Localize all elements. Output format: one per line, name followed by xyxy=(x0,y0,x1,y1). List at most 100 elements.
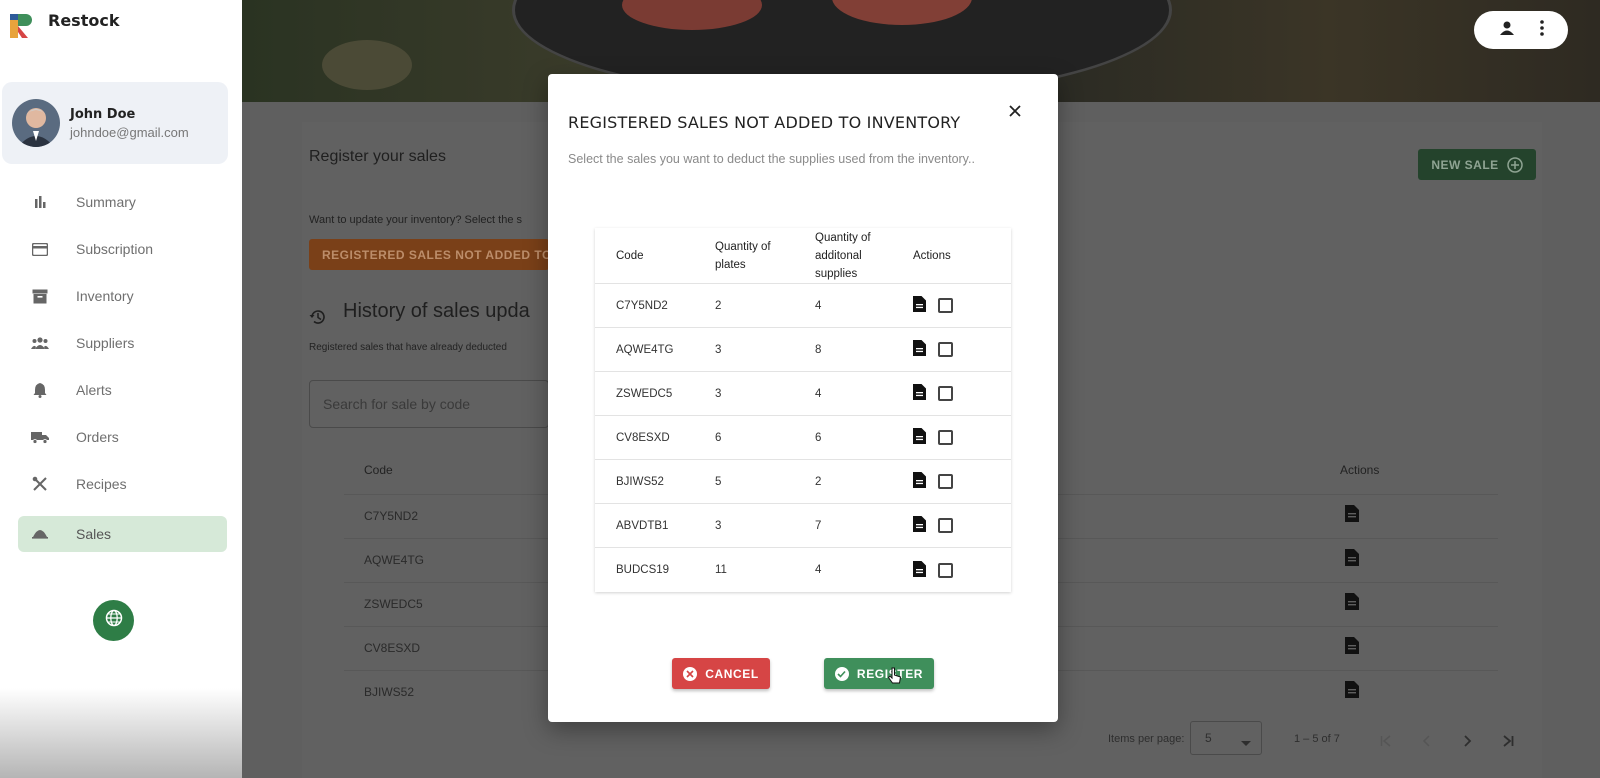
bell-icon xyxy=(30,380,50,400)
cloche-icon xyxy=(30,524,50,544)
globe-icon xyxy=(105,609,123,632)
cell-plates: 2 xyxy=(715,299,722,312)
person-icon[interactable] xyxy=(1499,20,1515,41)
sidebar-item-suppliers[interactable]: Suppliers xyxy=(18,325,227,361)
table-row-code: CV8ESXD xyxy=(364,641,421,655)
document-icon[interactable] xyxy=(913,340,926,359)
cell-code: CV8ESXD xyxy=(616,431,670,444)
document-icon[interactable] xyxy=(1345,549,1359,571)
cell-supplies: 4 xyxy=(815,299,822,312)
header-supplies: Quantity of additonal supplies xyxy=(795,229,895,283)
pending-sales-table: Code Quantity of plates Quantity of addi… xyxy=(595,228,1011,592)
archive-icon xyxy=(30,286,50,306)
sidebar-item-subscription[interactable]: Subscription xyxy=(18,231,227,267)
close-icon[interactable] xyxy=(1004,100,1026,122)
sidebar-item-recipes[interactable]: Recipes xyxy=(18,466,227,502)
table-row: BUDCS19 11 4 xyxy=(595,548,1011,592)
sidebar-item-label: Orders xyxy=(76,429,119,445)
row-checkbox[interactable] xyxy=(938,474,953,489)
table-header-row: Code Quantity of plates Quantity of addi… xyxy=(595,228,1011,284)
header-supplies-line: supplies xyxy=(815,267,858,280)
document-icon[interactable] xyxy=(913,472,926,491)
row-checkbox[interactable] xyxy=(938,430,953,445)
row-checkbox[interactable] xyxy=(938,562,953,578)
header-supplies-line: Quantity of xyxy=(815,231,871,244)
brand[interactable]: Restock xyxy=(8,10,119,40)
sidebar-item-label: Alerts xyxy=(76,382,112,398)
previous-page-icon[interactable] xyxy=(1422,734,1430,752)
cell-plates: 3 xyxy=(715,519,722,532)
row-checkbox[interactable] xyxy=(938,298,953,313)
restock-logo-icon xyxy=(8,10,32,40)
profile-name: John Doe xyxy=(70,106,136,122)
sidebar-item-label: Summary xyxy=(76,194,136,210)
page-title: Register your sales xyxy=(309,148,446,165)
table-row: C7Y5ND2 2 4 xyxy=(595,284,1011,328)
document-icon[interactable] xyxy=(913,516,926,535)
sidebar-item-summary[interactable]: Summary xyxy=(18,184,227,220)
sidebar-item-inventory[interactable]: Inventory xyxy=(18,278,227,314)
document-icon[interactable] xyxy=(1345,681,1359,703)
sidebar-item-orders[interactable]: Orders xyxy=(18,419,227,455)
table-row: ABVDTB1 3 7 xyxy=(595,504,1011,548)
cell-plates: 3 xyxy=(715,343,722,356)
bar-chart-icon xyxy=(30,192,50,212)
document-icon[interactable] xyxy=(913,428,926,447)
document-icon[interactable] xyxy=(1345,637,1359,659)
cell-code: BJIWS52 xyxy=(616,475,664,488)
row-checkbox[interactable] xyxy=(938,386,953,401)
language-button[interactable] xyxy=(93,600,134,641)
sidebar-item-alerts[interactable]: Alerts xyxy=(18,372,227,408)
cell-code: ZSWEDC5 xyxy=(616,387,673,400)
cell-supplies: 6 xyxy=(815,431,822,444)
more-vert-icon[interactable] xyxy=(1539,19,1544,41)
cell-plates: 3 xyxy=(715,387,722,400)
document-icon[interactable] xyxy=(913,560,926,580)
cell-code: BUDCS19 xyxy=(616,564,670,576)
app-name: Restock xyxy=(48,10,120,30)
cell-code: ABVDTB1 xyxy=(616,519,669,532)
document-icon[interactable] xyxy=(1345,505,1359,527)
sidebar-item-sales[interactable]: Sales xyxy=(18,516,227,552)
sidebar-item-label: Suppliers xyxy=(76,335,135,351)
cancel-circle-icon xyxy=(683,666,698,681)
row-checkbox[interactable] xyxy=(938,342,953,357)
new-sale-label: NEW SALE xyxy=(1431,157,1499,172)
table-row: AQWE4TG 3 8 xyxy=(595,328,1011,372)
header-plates-line: Quantity of xyxy=(715,240,771,253)
user-menu[interactable] xyxy=(1474,11,1568,49)
sidebar-item-label: Subscription xyxy=(76,241,154,257)
next-page-icon[interactable] xyxy=(1464,734,1472,752)
cell-supplies: 8 xyxy=(815,343,822,356)
register-button[interactable]: REGISTER xyxy=(824,658,934,689)
cancel-button[interactable]: CANCEL xyxy=(672,658,770,689)
header-actions: Actions xyxy=(913,249,951,262)
history-title: History of sales upda xyxy=(343,300,530,322)
cell-supplies: 7 xyxy=(815,519,822,532)
items-per-page-select[interactable]: 5 xyxy=(1190,721,1262,755)
profile-card[interactable]: John Doe johndoe@gmail.com xyxy=(2,82,228,164)
cell-supplies: 4 xyxy=(815,564,822,576)
check-circle-icon xyxy=(834,666,849,681)
document-icon[interactable] xyxy=(913,384,926,403)
search-input[interactable]: Search for sale by code xyxy=(309,380,549,428)
cancel-label: CANCEL xyxy=(705,666,759,681)
table-row-code: ZSWEDC5 xyxy=(364,597,423,611)
new-sale-button[interactable]: NEW SALE xyxy=(1418,149,1536,180)
header-plates: Quantity of plates xyxy=(695,238,795,274)
row-checkbox[interactable] xyxy=(938,518,953,533)
credit-card-icon xyxy=(30,239,50,259)
last-page-icon[interactable] xyxy=(1502,734,1514,752)
document-icon[interactable] xyxy=(913,296,926,315)
first-page-icon[interactable] xyxy=(1380,734,1392,752)
pagination-range: 1 – 5 of 7 xyxy=(1294,733,1340,745)
table-row-code: AQWE4TG xyxy=(364,553,425,567)
document-icon[interactable] xyxy=(1345,593,1359,615)
cell-plates: 11 xyxy=(715,564,727,576)
cell-code: C7Y5ND2 xyxy=(616,299,668,312)
pending-sales-button[interactable]: REGISTERED SALES NOT ADDED TO xyxy=(309,239,549,270)
sidebar-item-label: Sales xyxy=(76,526,112,542)
cell-code: AQWE4TG xyxy=(616,343,674,356)
history-icon xyxy=(309,308,327,331)
sidebar: Restock John Doe johndoe@gmail.com Summa… xyxy=(0,0,242,778)
